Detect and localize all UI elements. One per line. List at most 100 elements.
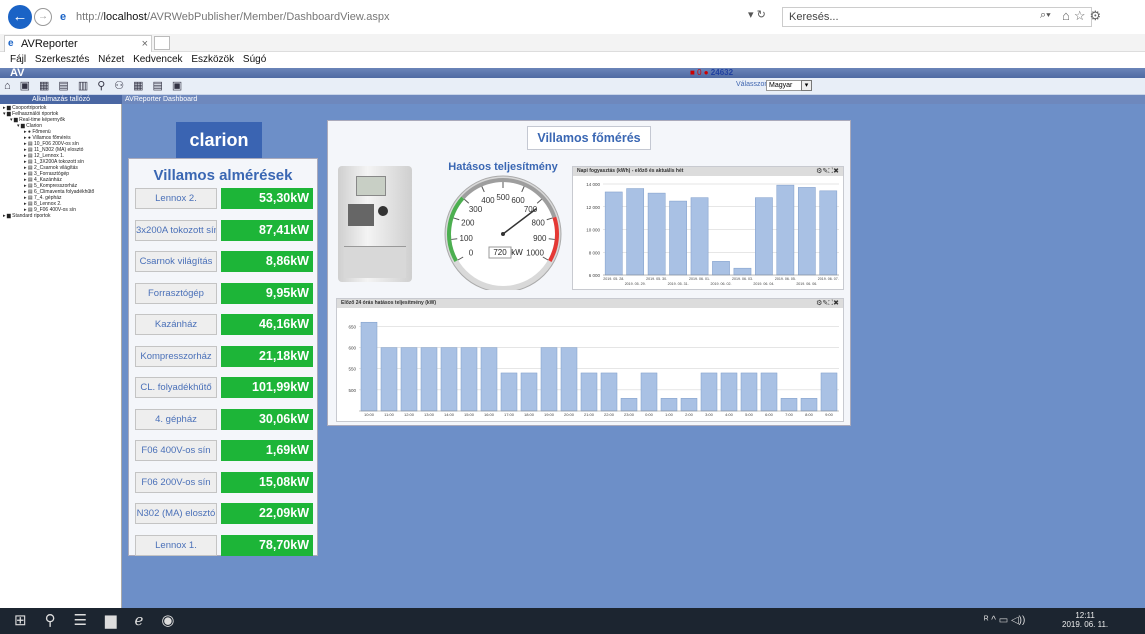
bar — [669, 200, 687, 276]
submeter-value: 1,69kW — [221, 440, 313, 461]
x-tick-label: 0:00 — [645, 412, 654, 417]
chart-controls-icon[interactable]: ⚙✎⛶✖ — [816, 167, 839, 176]
x-tick-label: 23:00 — [624, 412, 635, 417]
x-tick-label: 9:00 — [825, 412, 834, 417]
app-header: AV ■ 0 ● 24632 — [0, 67, 1145, 79]
bar — [760, 372, 778, 412]
y-tick-label: 550 — [348, 367, 356, 372]
taskbar-icons[interactable]: ⊞⚲☰▆ℯ◉ — [14, 611, 193, 629]
x-tick-label: 21:00 — [584, 412, 595, 417]
x-tick-label: 18:00 — [524, 412, 535, 417]
submeter-button[interactable]: Kazánház — [135, 314, 217, 335]
submeter-button[interactable]: F06 400V-os sín — [135, 440, 217, 461]
bar — [460, 347, 478, 412]
main-meter-title[interactable]: Villamos főmérés — [527, 126, 651, 150]
submeter-button[interactable]: N302 (MA) elosztó — [135, 503, 217, 524]
bar — [480, 347, 498, 412]
x-tick-label: 2019. 05. 31. — [668, 282, 689, 286]
menu-item[interactable]: Súgó — [243, 54, 266, 65]
gauge-tick-label: 0 — [469, 249, 474, 258]
x-tick-label: 2:00 — [685, 412, 694, 417]
menu-item[interactable]: Kedvencek — [133, 54, 182, 65]
bar — [580, 372, 598, 412]
bar — [700, 372, 718, 412]
submeter-button[interactable]: F06 200V-os sín — [135, 471, 217, 493]
submeter-button[interactable]: Lennox 2. — [135, 188, 217, 209]
meter-display — [356, 176, 386, 196]
back-arrow-icon[interactable]: ← — [8, 5, 32, 29]
electric-meter-image — [338, 166, 412, 282]
x-tick-label: 15:00 — [464, 412, 475, 417]
bar — [820, 372, 838, 412]
submeter-button[interactable]: CL. folyadékhűtő — [135, 377, 217, 398]
bar — [600, 372, 618, 412]
menu-item[interactable]: Fájl — [10, 54, 26, 65]
chart-title: Napi fogyasztás (kWh) - előző és aktuáli… — [573, 167, 843, 176]
browser-address-bar: ← → http://localhost/AVRWebPublisher/Mem… — [0, 0, 1145, 34]
x-tick-label: 2019. 06. 06. — [796, 282, 817, 286]
submeter-button[interactable]: Forrasztógép — [135, 282, 217, 304]
submeter-panel: Villamos almérések Lennox 2. 53,30kW 3x200… — [128, 158, 318, 556]
menu-item[interactable]: Nézet — [98, 54, 124, 65]
bar — [800, 398, 818, 412]
x-tick-label: 2019. 05. 29. — [625, 282, 646, 286]
alarm-indicator[interactable]: ■ 0 ● 24632 — [690, 68, 733, 78]
bar — [776, 184, 795, 276]
x-tick-label: 16:00 — [484, 412, 495, 417]
meter-terminal — [344, 246, 406, 278]
close-tab-icon[interactable]: × — [142, 36, 148, 52]
submeter-row: N302 (MA) elosztó 22,09kW — [135, 503, 313, 524]
x-tick-label: 2019. 05. 30. — [646, 277, 667, 281]
menu-item[interactable]: Eszközök — [191, 54, 234, 65]
refresh-icon[interactable]: ▾ ↻ — [748, 8, 766, 21]
bar — [360, 321, 378, 412]
app-tree: ▸ ▆ Csoportriportok ▾ ▆ Felhasználói rip… — [0, 104, 122, 608]
submeter-row: Csarnok világítás 8,86kW — [135, 251, 313, 272]
daily-consumption-chart: Napi fogyasztás (kWh) - előző és aktuáli… — [572, 166, 844, 290]
submeter-button[interactable]: 4. gépház — [135, 408, 217, 430]
bar — [720, 372, 738, 412]
chevron-down-icon[interactable]: ▾ — [801, 80, 812, 91]
gauge-tick-label: 800 — [532, 219, 546, 228]
menu-item[interactable]: Szerkesztés — [35, 54, 89, 65]
submeter-row: Lennox 2. 53,30kW — [135, 188, 313, 209]
tree-item[interactable]: ▸ ▆ Standard riportok — [3, 213, 51, 219]
submeter-row: F06 400V-os sín 1,69kW — [135, 440, 313, 461]
new-tab-button[interactable] — [154, 36, 170, 50]
bar — [680, 398, 698, 412]
url-field[interactable]: http://localhost/AVRWebPublisher/Member/… — [58, 7, 778, 27]
x-tick-label: 13:00 — [424, 412, 435, 417]
submeter-button[interactable]: Lennox 1. — [135, 534, 217, 556]
bar — [520, 372, 538, 412]
site-icon: e — [60, 11, 67, 23]
bar — [755, 197, 773, 276]
x-tick-label: 8:00 — [805, 412, 814, 417]
x-tick-label: 2019. 06. 02. — [711, 282, 732, 286]
submeter-title: Villamos almérések — [153, 167, 293, 184]
submeter-button[interactable]: Kompresszorház — [135, 345, 217, 367]
submeter-button[interactable]: Csarnok világítás — [135, 251, 217, 272]
x-tick-label: 10:00 — [364, 412, 375, 417]
gauge-tick-label: 200 — [461, 219, 475, 228]
submeter-button[interactable]: 3x200A tokozott sín — [135, 219, 217, 241]
bar — [797, 187, 816, 276]
forward-arrow-icon[interactable]: → — [34, 8, 52, 26]
hourly-power-chart: Előző 24 órás hatásos teljesítmény (kW) … — [336, 298, 844, 422]
gauge-hub — [501, 232, 505, 236]
gauge-unit: kW — [511, 248, 523, 257]
x-tick-label: 2019. 06. 04. — [753, 282, 774, 286]
toolbar-icons[interactable]: ⌂☆⚙ — [1062, 8, 1105, 24]
system-tray[interactable]: ᴿ ^ ▭ ◁)) — [984, 615, 1025, 626]
menu-bar: Fájl Szerkesztés Nézet Kedvencek Eszközö… — [0, 52, 1145, 68]
x-tick-label: 2019. 06. 01. — [689, 277, 710, 281]
browser-tab[interactable]: e AVReporter WEBPublisher -... × — [4, 35, 152, 66]
chart-controls-icon[interactable]: ⚙✎⛶✖ — [816, 299, 839, 308]
bar — [740, 372, 758, 412]
search-icon[interactable]: ⌕▾ — [1040, 9, 1051, 22]
nav-header: Alkalmazás tallózó — [0, 95, 122, 104]
submeter-row: Kompresszorház 21,18kW — [135, 345, 313, 367]
gauge-tick — [548, 238, 555, 240]
chart-plot: 500 550 600 650 10:00 11:00 12:00 13:00 14:00 15:… — [348, 321, 839, 417]
toolbar-icons[interactable]: ⌂▣▦▤▥⚲⚇▦▤▣ — [4, 79, 191, 92]
submeter-value: 53,30kW — [221, 188, 313, 209]
